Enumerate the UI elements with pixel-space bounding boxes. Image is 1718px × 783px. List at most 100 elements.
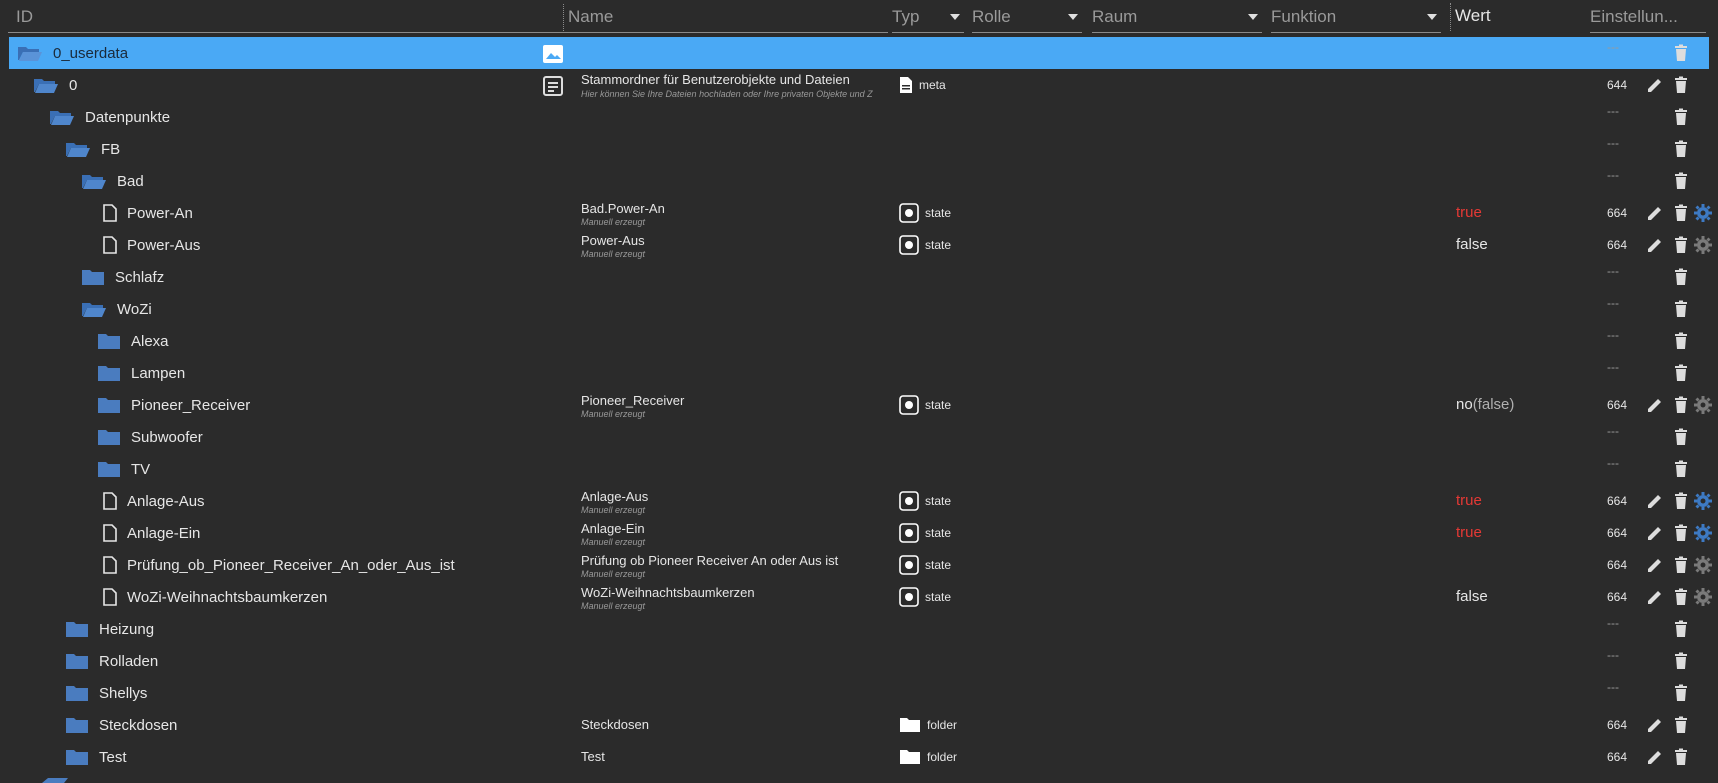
- delete-icon[interactable]: [1672, 556, 1690, 574]
- permissions[interactable]: 664: [1607, 709, 1627, 741]
- delete-icon[interactable]: [1672, 620, 1690, 638]
- delete-icon[interactable]: [1672, 108, 1690, 126]
- value-cell[interactable]: true: [1456, 485, 1482, 517]
- permissions[interactable]: ---: [1607, 351, 1619, 383]
- delete-icon[interactable]: [1672, 268, 1690, 286]
- permissions[interactable]: ---: [1607, 447, 1619, 479]
- header-raum-filter[interactable]: Raum: [1092, 4, 1262, 33]
- permissions[interactable]: ---: [1607, 607, 1619, 639]
- edit-icon[interactable]: [1646, 716, 1664, 734]
- permissions[interactable]: 664: [1607, 197, 1627, 229]
- table-row[interactable]: Rolladen ---: [9, 645, 1709, 677]
- value-cell[interactable]: true: [1456, 197, 1482, 229]
- folder-icon[interactable]: [97, 332, 121, 350]
- header-rolle-filter[interactable]: Rolle: [972, 4, 1082, 33]
- permissions[interactable]: ---: [1607, 319, 1619, 351]
- edit-icon[interactable]: [1646, 588, 1664, 606]
- delete-icon[interactable]: [1672, 236, 1690, 254]
- delete-icon[interactable]: [1672, 492, 1690, 510]
- value-cell[interactable]: false: [1456, 581, 1488, 613]
- permissions[interactable]: ---: [1607, 95, 1619, 127]
- edit-icon[interactable]: [1646, 204, 1664, 222]
- table-row[interactable]: Heizung ---: [9, 613, 1709, 645]
- table-row[interactable]: Test Test folder 664: [9, 741, 1709, 773]
- folder-icon[interactable]: [81, 268, 105, 286]
- table-row[interactable]: Shellys ---: [9, 677, 1709, 709]
- delete-icon[interactable]: [1672, 428, 1690, 446]
- folder-icon[interactable]: [65, 652, 89, 670]
- table-row[interactable]: 0 Stammordner für Benutzerobjekte und Da…: [9, 69, 1709, 101]
- edit-icon[interactable]: [1646, 556, 1664, 574]
- folder-open-icon[interactable]: [81, 172, 107, 190]
- folder-open-icon[interactable]: [65, 140, 91, 158]
- permissions[interactable]: ---: [1607, 671, 1619, 703]
- folder-icon[interactable]: [65, 620, 89, 638]
- table-row[interactable]: WoZi ---: [9, 293, 1709, 325]
- table-row[interactable]: Bad ---: [9, 165, 1709, 197]
- table-row[interactable]: WoZi-Weihnachtsbaumkerzen WoZi-Weihnacht…: [9, 581, 1712, 613]
- header-name-filter[interactable]: Name: [563, 4, 888, 33]
- delete-icon[interactable]: [1672, 524, 1690, 542]
- delete-icon[interactable]: [1672, 140, 1690, 158]
- gear-icon[interactable]: [1694, 396, 1712, 414]
- delete-icon[interactable]: [1672, 748, 1690, 766]
- delete-icon[interactable]: [1672, 364, 1690, 382]
- permissions[interactable]: 664: [1607, 549, 1627, 581]
- permissions[interactable]: ---: [1607, 127, 1619, 159]
- folder-icon[interactable]: [97, 364, 121, 382]
- gear-icon[interactable]: [1694, 204, 1712, 222]
- delete-icon[interactable]: [1672, 460, 1690, 478]
- folder-open-icon[interactable]: [81, 300, 107, 318]
- folder-icon[interactable]: [65, 716, 89, 734]
- table-row[interactable]: Anlage-Ein Anlage-Ein Manuell erzeugt st…: [9, 517, 1712, 549]
- table-row[interactable]: Anlage-Aus Anlage-Aus Manuell erzeugt st…: [9, 485, 1712, 517]
- value-cell[interactable]: true: [1456, 517, 1482, 549]
- table-row[interactable]: Pioneer_Receiver Pioneer_Receiver Manuel…: [9, 389, 1712, 421]
- folder-icon[interactable]: [97, 460, 121, 478]
- folder-icon[interactable]: [97, 428, 121, 446]
- table-row[interactable]: TV ---: [9, 453, 1709, 485]
- table-row[interactable]: FB ---: [9, 133, 1709, 165]
- delete-icon[interactable]: [1672, 204, 1690, 222]
- delete-icon[interactable]: [1672, 44, 1690, 62]
- header-id[interactable]: ID: [8, 4, 566, 33]
- table-row[interactable]: Prüfung_ob_Pioneer_Receiver_An_oder_Aus_…: [9, 549, 1712, 581]
- delete-icon[interactable]: [1672, 172, 1690, 190]
- permissions[interactable]: ---: [1607, 255, 1619, 287]
- folder-icon[interactable]: [97, 396, 121, 414]
- delete-icon[interactable]: [1672, 588, 1690, 606]
- delete-icon[interactable]: [1672, 684, 1690, 702]
- folder-open-icon[interactable]: [17, 44, 43, 62]
- folder-open-icon[interactable]: [33, 76, 59, 94]
- gear-icon[interactable]: [1694, 556, 1712, 574]
- gear-icon[interactable]: [1694, 588, 1712, 606]
- value-cell[interactable]: no(false): [1456, 389, 1514, 421]
- permissions[interactable]: ---: [1607, 639, 1619, 671]
- permissions[interactable]: 664: [1607, 741, 1627, 773]
- table-row[interactable]: Power-An Bad.Power-An Manuell erzeugt st…: [9, 197, 1712, 229]
- folder-open-icon[interactable]: [49, 108, 75, 126]
- folder-icon[interactable]: [40, 778, 70, 783]
- gear-icon[interactable]: [1694, 492, 1712, 510]
- gear-icon[interactable]: [1694, 236, 1712, 254]
- table-row[interactable]: Alexa ---: [9, 325, 1709, 357]
- header-funktion-filter[interactable]: Funktion: [1271, 4, 1441, 33]
- permissions[interactable]: 664: [1607, 517, 1627, 549]
- edit-icon[interactable]: [1646, 492, 1664, 510]
- delete-icon[interactable]: [1672, 332, 1690, 350]
- table-row[interactable]: Steckdosen Steckdosen folder 664: [9, 709, 1709, 741]
- delete-icon[interactable]: [1672, 396, 1690, 414]
- delete-icon[interactable]: [1672, 76, 1690, 94]
- edit-icon[interactable]: [1646, 524, 1664, 542]
- header-wert[interactable]: Wert: [1450, 3, 1565, 31]
- delete-icon[interactable]: [1672, 652, 1690, 670]
- folder-icon[interactable]: [65, 684, 89, 702]
- table-row[interactable]: 0_userdata ---: [9, 37, 1709, 69]
- value-cell[interactable]: false: [1456, 229, 1488, 261]
- header-einstellungen[interactable]: Einstellun...: [1590, 4, 1706, 33]
- edit-icon[interactable]: [1646, 748, 1664, 766]
- delete-icon[interactable]: [1672, 300, 1690, 318]
- header-typ-filter[interactable]: Typ: [892, 4, 964, 33]
- edit-icon[interactable]: [1646, 396, 1664, 414]
- folder-icon[interactable]: [65, 748, 89, 766]
